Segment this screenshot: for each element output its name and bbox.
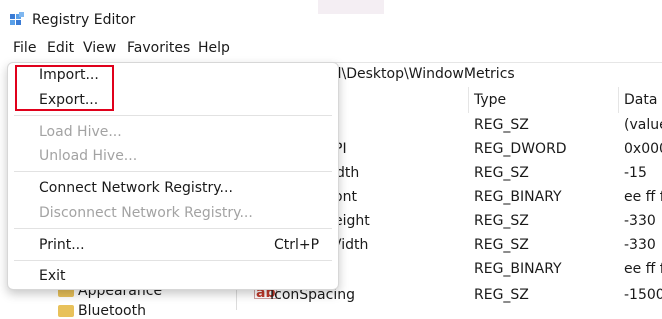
value-data: 0x000 [624,141,662,157]
value-data: (value [624,117,662,133]
menu-help[interactable]: Help [198,40,230,56]
folder-icon [58,305,74,317]
value-type: REG_BINARY [474,189,562,205]
highlight-box [15,65,114,111]
column-separator[interactable] [618,87,619,113]
value-type: REG_SZ [474,237,529,253]
value-data: -15 [624,165,647,181]
column-separator[interactable] [468,87,469,113]
window-title: Registry Editor [32,12,136,28]
tree-item-label: Bluetooth [78,303,146,319]
address-path: el\Desktop\WindowMetrics [329,66,515,82]
registry-editor-icon [10,12,24,25]
print-shortcut: Ctrl+P [274,237,320,253]
menu-item-exit[interactable]: Exit [39,268,66,284]
menu-separator [14,115,332,116]
value-type: REG_SZ [474,165,529,181]
menu-item-print[interactable]: Print... [39,237,85,253]
value-data: ee ff f [624,261,662,277]
menu-item-unload-hive: Unload Hive... [39,148,138,164]
menu-item-connect-network-registry[interactable]: Connect Network Registry... [39,180,233,196]
column-header-data[interactable]: Data [624,92,657,108]
menu-separator [14,260,332,261]
menu-item-load-hive: Load Hive... [39,124,122,140]
tree-item-bluetooth[interactable]: Bluetooth [58,303,146,319]
value-name: dth [336,165,360,181]
menu-file[interactable]: File [13,40,36,56]
menu-separator [14,228,332,229]
title-bar: Registry Editor [0,0,662,36]
value-data: ee ff f [624,189,662,205]
value-type: REG_SZ [474,213,529,229]
menu-item-disconnect-network-registry: Disconnect Network Registry... [39,205,253,221]
title-bar-region [318,0,384,14]
value-data: -330 [624,237,656,253]
value-name: eight [334,213,370,229]
menu-bar: File Edit View Favorites Help [0,36,662,62]
value-type: REG_SZ [474,117,529,133]
value-type: REG_SZ [474,287,529,303]
menu-favorites[interactable]: Favorites [127,40,190,56]
value-type: REG_BINARY [474,261,562,277]
menu-separator [14,171,332,172]
value-data: -330 [624,213,656,229]
menu-edit[interactable]: Edit [47,40,74,56]
column-header-type[interactable]: Type [474,92,506,108]
menu-view[interactable]: View [83,40,116,56]
value-data: -1500 [624,287,662,303]
value-type: REG_DWORD [474,141,567,157]
